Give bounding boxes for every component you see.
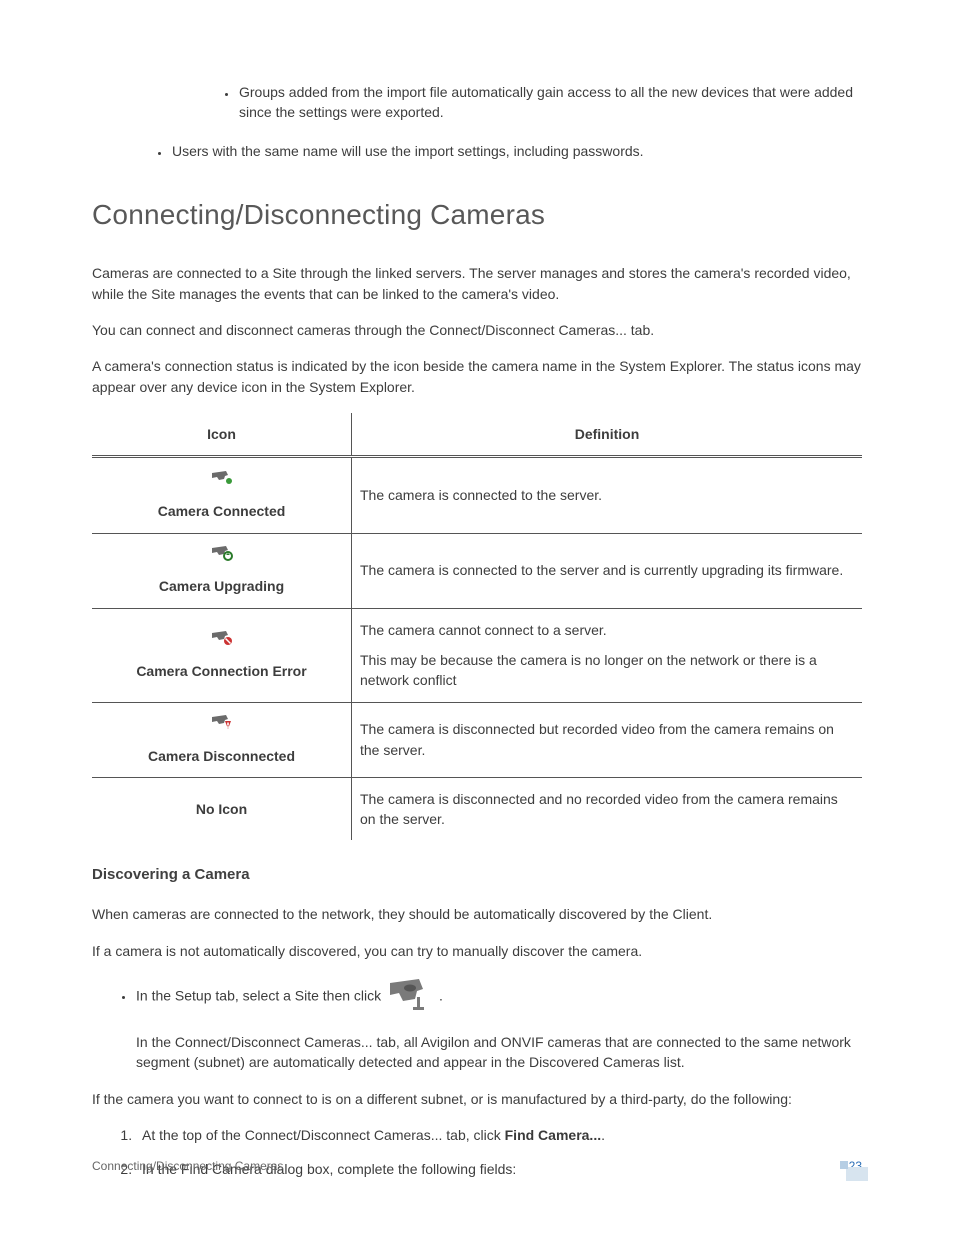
list-item: In the Setup tab, select a Site then cli… — [134, 977, 862, 1073]
table-cell-definition: The camera is disconnected and no record… — [352, 777, 863, 840]
step-text-suffix: . — [601, 1127, 605, 1143]
camera-connected-icon — [211, 470, 233, 491]
icon-label: Camera Connected — [100, 501, 343, 521]
list-item: Users with the same name will use the im… — [170, 141, 862, 161]
page-footer: Connecting/Disconnecting Cameras 23 — [92, 1158, 862, 1175]
icon-label: Camera Upgrading — [100, 576, 343, 596]
bullet-text-suffix: . — [439, 987, 443, 1003]
list-item: At the top of the Connect/Disconnect Cam… — [136, 1125, 862, 1145]
table-row: Camera Connection Error The camera canno… — [92, 608, 862, 702]
icon-label: Camera Disconnected — [100, 746, 343, 766]
table-row: No Icon The camera is disconnected and n… — [92, 777, 862, 840]
definition-line: This may be because the camera is no lon… — [360, 650, 854, 691]
camera-disconnected-icon — [211, 714, 233, 735]
table-row: Camera Disconnected The camera is discon… — [92, 702, 862, 777]
footer-title: Connecting/Disconnecting Cameras — [92, 1159, 283, 1173]
icon-label: Camera Connection Error — [100, 661, 343, 681]
bullet-text-prefix: In the Setup tab, select a Site then cli… — [136, 987, 385, 1003]
bullet-list: Users with the same name will use the im… — [170, 141, 862, 161]
body-paragraph: Cameras are connected to a Site through … — [92, 263, 862, 304]
camera-large-icon — [387, 977, 431, 1016]
find-camera-label: Find Camera... — [505, 1127, 601, 1143]
nested-bullet-list: Groups added from the import file automa… — [237, 82, 862, 123]
table-row: Camera Connected The camera is connected… — [92, 457, 862, 533]
body-paragraph: If the camera you want to connect to is … — [92, 1089, 862, 1109]
icon-label: No Icon — [100, 799, 343, 819]
definition-line: The camera cannot connect to a server. — [360, 620, 854, 640]
footer-decoration — [840, 1161, 848, 1169]
page-heading: Connecting/Disconnecting Cameras — [92, 195, 862, 236]
table-cell-definition: The camera cannot connect to a server. T… — [352, 608, 863, 702]
bullet-list: In the Setup tab, select a Site then cli… — [134, 977, 862, 1073]
table-cell-definition: The camera is disconnected but recorded … — [352, 702, 863, 777]
table-cell-definition: The camera is connected to the server. — [352, 457, 863, 533]
step-text-prefix: At the top of the Connect/Disconnect Cam… — [142, 1127, 505, 1143]
body-paragraph: A camera's connection status is indicate… — [92, 356, 862, 397]
list-item: Groups added from the import file automa… — [237, 82, 862, 123]
subheading: Discovering a Camera — [92, 864, 862, 886]
status-table: Icon Definition Camera Connected The cam… — [92, 413, 862, 840]
table-cell-definition: The camera is connected to the server an… — [352, 533, 863, 608]
camera-upgrading-icon — [211, 545, 233, 566]
table-header-definition: Definition — [352, 413, 863, 457]
table-header-icon: Icon — [92, 413, 352, 457]
footer-decoration — [846, 1167, 868, 1181]
body-paragraph: When cameras are connected to the networ… — [92, 904, 862, 924]
body-paragraph: If a camera is not automatically discove… — [92, 941, 862, 961]
body-paragraph: You can connect and disconnect cameras t… — [92, 320, 862, 340]
camera-error-icon — [211, 630, 233, 651]
bullet-follow-paragraph: In the Connect/Disconnect Cameras... tab… — [136, 1032, 862, 1073]
document-page: Groups added from the import file automa… — [0, 0, 954, 1180]
table-row: Camera Upgrading The camera is connected… — [92, 533, 862, 608]
